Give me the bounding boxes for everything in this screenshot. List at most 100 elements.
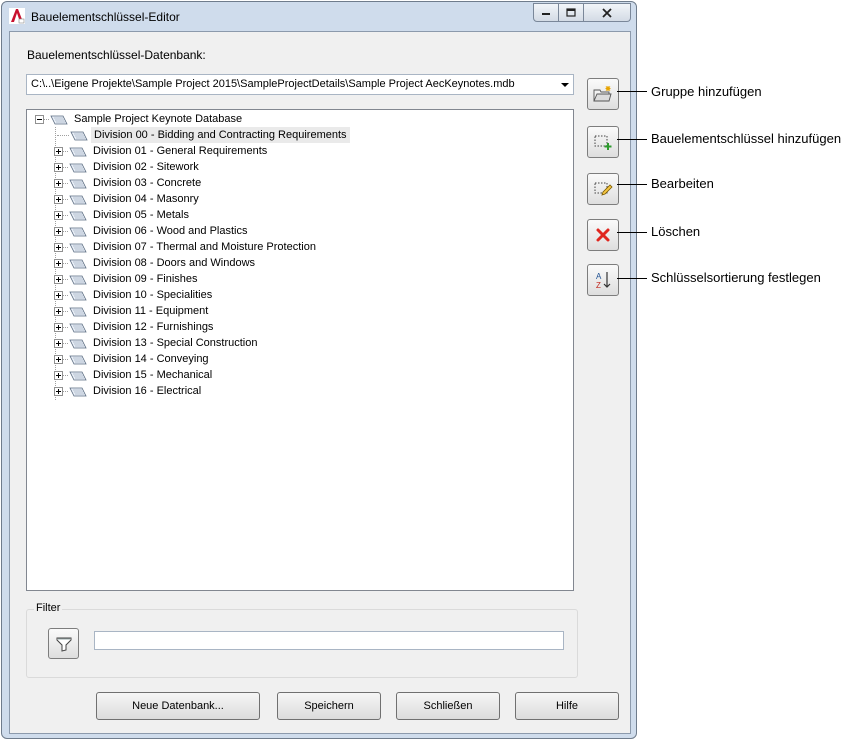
close-button[interactable]: Schließen [396, 692, 500, 720]
expand-icon[interactable] [54, 242, 63, 252]
expand-icon[interactable] [54, 354, 63, 364]
save-button[interactable]: Speichern [277, 692, 381, 720]
expand-icon[interactable] [54, 306, 63, 316]
tree-item-row[interactable]: Division 15 - Mechanical [54, 367, 215, 383]
expand-icon[interactable] [54, 258, 63, 268]
tree-item-label: Division 07 - Thermal and Moisture Prote… [93, 241, 316, 253]
tree-root-row[interactable]: Sample Project Keynote Database [35, 111, 245, 127]
tree-item-row[interactable]: Division 01 - General Requirements [54, 143, 270, 159]
maximize-button[interactable] [559, 3, 584, 22]
delete-button[interactable] [587, 219, 619, 251]
database-dropdown[interactable]: C:\..\Eigene Projekte\Sample Project 201… [26, 74, 574, 95]
keynote-group-icon [69, 211, 87, 221]
keynote-group-icon [69, 147, 87, 157]
autocad-app-icon [9, 8, 25, 24]
filter-button[interactable] [48, 628, 79, 659]
tree-item-label: Division 00 - Bidding and Contracting Re… [91, 127, 350, 143]
sort-keynotes-button[interactable]: A Z [587, 264, 619, 296]
caption-buttons [533, 3, 631, 22]
funnel-icon [56, 637, 71, 652]
help-button[interactable]: Hilfe [515, 692, 619, 720]
tree-item-row[interactable]: Division 09 - Finishes [54, 271, 201, 287]
new-database-button[interactable]: Neue Datenbank... [96, 692, 260, 720]
callout-line-add-keynote [617, 139, 647, 140]
keynote-group-icon [69, 371, 87, 381]
expand-icon[interactable] [54, 210, 63, 220]
tree-item-row[interactable]: Division 02 - Sitework [54, 159, 202, 175]
expand-icon[interactable] [54, 274, 63, 284]
svg-text:Z: Z [596, 281, 601, 290]
expand-icon[interactable] [54, 370, 63, 380]
keynote-group-icon [69, 275, 87, 285]
add-group-button[interactable] [587, 78, 619, 110]
tree-root-label: Sample Project Keynote Database [74, 113, 243, 125]
add-item-icon [594, 135, 612, 150]
tree-item-row[interactable]: Division 13 - Special Construction [54, 335, 260, 351]
expand-icon[interactable] [54, 162, 63, 172]
tree-item-row[interactable]: Division 12 - Furnishings [54, 319, 216, 335]
minimize-button[interactable] [533, 3, 559, 22]
keynote-group-icon [69, 291, 87, 301]
tree-item-label: Division 01 - General Requirements [93, 145, 268, 157]
expand-icon[interactable] [54, 194, 63, 204]
tree-item-row[interactable]: Division 05 - Metals [54, 207, 192, 223]
keynote-group-icon [69, 195, 87, 205]
callout-add-keynote: Bauelementschlüssel hinzufügen [651, 131, 842, 146]
keynote-tree[interactable]: Sample Project Keynote Database Division… [26, 109, 574, 591]
help-label: Hilfe [555, 700, 578, 712]
keynote-group-icon [69, 163, 87, 173]
expand-icon[interactable] [54, 226, 63, 236]
keynote-group-icon [69, 339, 87, 349]
tree-item-row[interactable]: Division 00 - Bidding and Contracting Re… [57, 127, 350, 143]
tree-item-label: Division 14 - Conveying [93, 353, 209, 365]
expand-icon[interactable] [54, 322, 63, 332]
expand-icon[interactable] [54, 178, 63, 188]
close-icon [602, 7, 612, 18]
callout-line-sort [617, 278, 647, 279]
tree-item-label: Division 09 - Finishes [93, 273, 198, 285]
expand-icon[interactable] [54, 290, 63, 300]
tree-item-row[interactable]: Division 16 - Electrical [54, 383, 204, 399]
database-label: Bauelementschlüssel-Datenbank: [27, 48, 206, 62]
keynote-group-icon [69, 307, 87, 317]
tree-item-row[interactable]: Division 04 - Masonry [54, 191, 202, 207]
close-window-button[interactable] [584, 3, 631, 22]
keynote-editor-window: Bauelementschlüssel-Editor Bauelementsch… [1, 1, 637, 739]
tree-item-label: Division 08 - Doors and Windows [93, 257, 256, 269]
keynote-group-icon [69, 227, 87, 237]
new-database-label: Neue Datenbank... [132, 700, 224, 712]
collapse-icon[interactable] [35, 114, 44, 124]
callout-delete: Löschen [651, 224, 701, 239]
save-label: Speichern [304, 700, 354, 712]
tree-item-label: Division 02 - Sitework [93, 161, 199, 173]
keynote-database-icon [50, 115, 68, 125]
expand-icon[interactable] [54, 146, 63, 156]
edit-button[interactable] [587, 173, 619, 205]
tree-item-label: Division 16 - Electrical [93, 385, 202, 397]
keynote-group-icon [69, 243, 87, 253]
tree-item-row[interactable]: Division 07 - Thermal and Moisture Prote… [54, 239, 319, 255]
tree-item-label: Division 11 - Equipment [93, 305, 209, 317]
callout-line-delete [617, 232, 647, 233]
tree-item-row[interactable]: Division 14 - Conveying [54, 351, 212, 367]
tree-item-row[interactable]: Division 10 - Specialities [54, 287, 215, 303]
tree-item-row[interactable]: Division 03 - Concrete [54, 175, 204, 191]
tree-item-row[interactable]: Division 08 - Doors and Windows [54, 255, 258, 271]
filter-input[interactable] [94, 631, 564, 650]
expand-icon[interactable] [54, 338, 63, 348]
tree-item-label: Division 03 - Concrete [93, 177, 202, 189]
callout-sort: Schlüsselsortierung festlegen [651, 270, 821, 285]
tree-item-row[interactable]: Division 11 - Equipment [54, 303, 211, 319]
edit-pencil-icon [594, 182, 613, 196]
callout-edit: Bearbeiten [651, 176, 714, 191]
title-bar[interactable]: Bauelementschlüssel-Editor [2, 2, 636, 31]
keynote-group-icon [69, 387, 87, 397]
minimize-icon [542, 12, 550, 15]
expand-icon[interactable] [54, 386, 63, 396]
tree-item-row[interactable]: Division 06 - Wood and Plastics [54, 223, 250, 239]
svg-text:A: A [596, 272, 602, 281]
maximize-icon [566, 8, 576, 17]
chevron-down-icon[interactable] [561, 83, 569, 87]
add-keynote-button[interactable] [587, 126, 619, 158]
filter-label: Filter [34, 602, 63, 614]
